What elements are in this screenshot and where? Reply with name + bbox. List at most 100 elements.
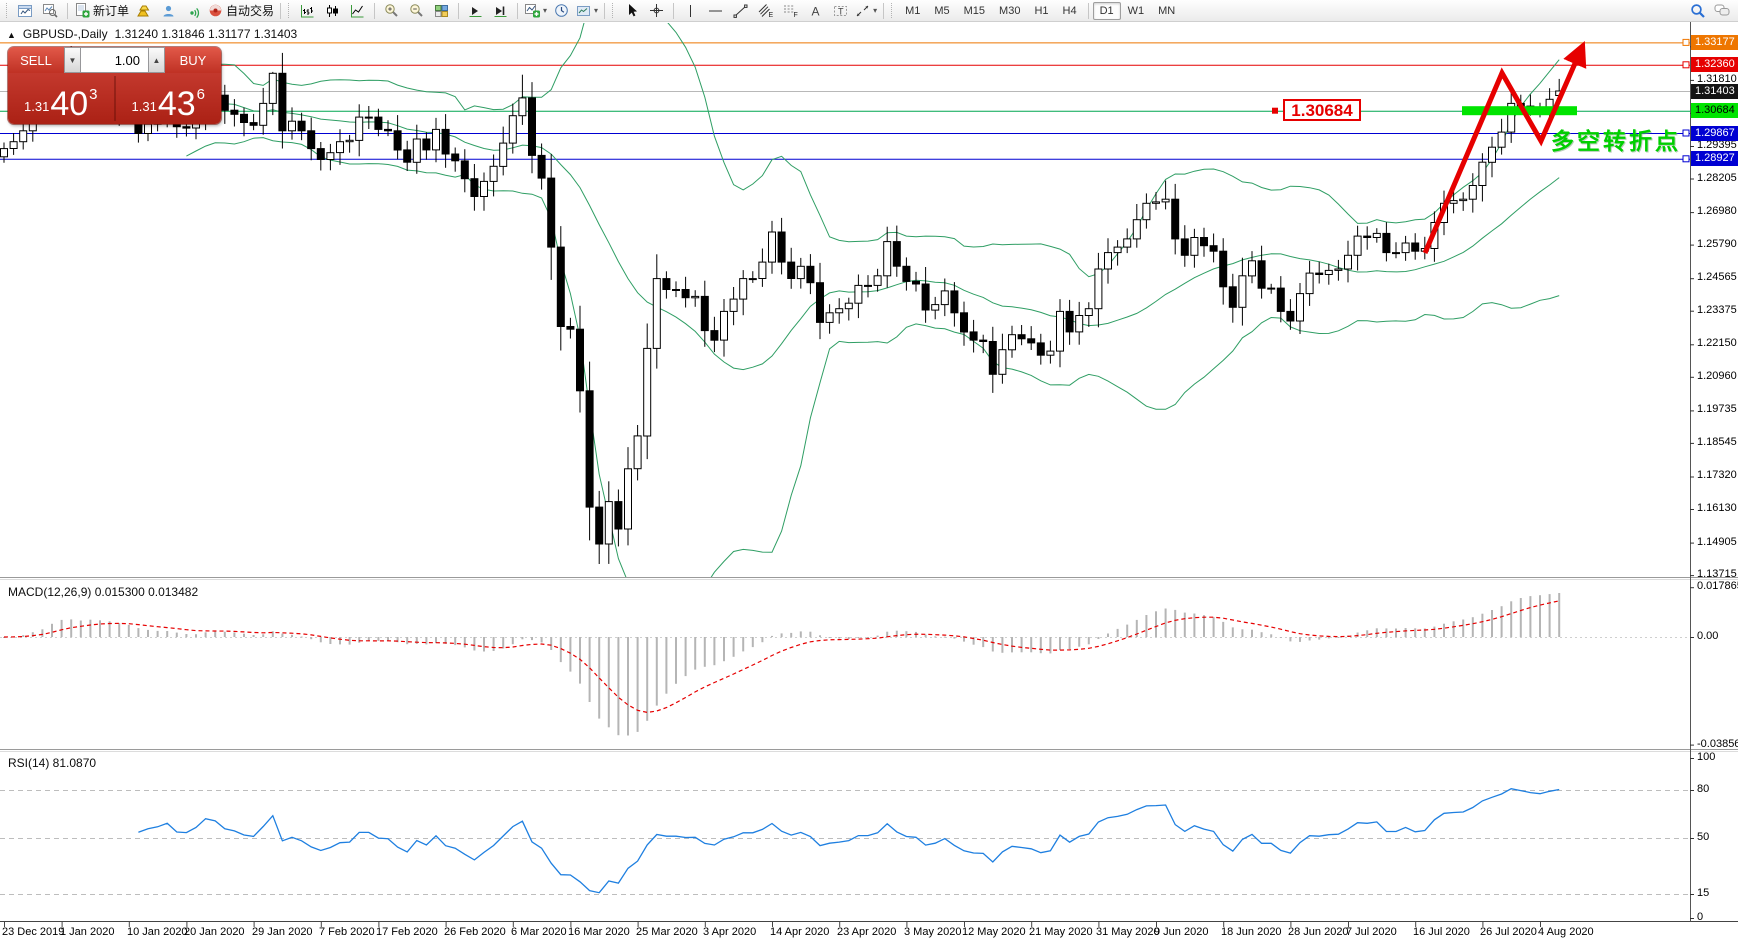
time-axis-label: 10 Jan 2020 [127, 926, 188, 938]
cursor-icon [625, 3, 639, 18]
strategy-tester-icon [43, 3, 58, 18]
arrow-shapes-button[interactable]: ▾ [853, 1, 879, 20]
toolbar-separator [1088, 3, 1089, 19]
turning-point-annotation[interactable]: 多空转折点 [1551, 122, 1681, 156]
toolbar-separator [458, 3, 459, 19]
trendline-button[interactable] [728, 1, 753, 20]
timeframe-m30[interactable]: M30 [992, 2, 1027, 20]
chart-window-button[interactable] [13, 1, 38, 20]
toolbar-grip[interactable] [288, 3, 292, 18]
svg-text:T: T [838, 6, 844, 16]
text-button[interactable]: A [803, 1, 828, 20]
vertical-line-button[interactable] [678, 1, 703, 20]
volume-increase-button[interactable]: ▲ [148, 47, 165, 73]
buy-button[interactable]: BUY [165, 47, 221, 73]
tile-windows-icon [434, 4, 449, 18]
time-axis-label: 14 Apr 2020 [770, 926, 829, 938]
ohlc-values: 1.31240 1.31846 1.31177 1.31403 [115, 27, 298, 41]
time-axis-label: 16 Mar 2020 [568, 926, 630, 938]
time-axis-label: 16 Jul 2020 [1413, 926, 1470, 938]
cursor-button[interactable] [619, 1, 644, 20]
rsi-axis-tick: 50 [1697, 831, 1709, 843]
equidistant-channel-button[interactable]: E [753, 1, 778, 20]
time-axis-label: 6 Mar 2020 [511, 926, 567, 938]
timeframe-h4[interactable]: H4 [1056, 2, 1084, 20]
signals-button[interactable] [156, 1, 181, 20]
zoom-out-button[interactable] [404, 1, 429, 20]
time-axis-label: 29 Jan 2020 [252, 926, 313, 938]
candlestick-chart-button[interactable] [320, 1, 345, 20]
period-button[interactable] [549, 1, 574, 20]
toolbar-grip[interactable] [6, 3, 10, 18]
toolbar-separator [604, 3, 605, 19]
sell-price-pip: 3 [89, 86, 97, 103]
horizontal-line-button[interactable] [703, 1, 728, 20]
price-axis-tag: 1.33177 [1691, 35, 1738, 50]
buy-price-pip: 6 [197, 86, 205, 103]
step-forward-button[interactable] [463, 1, 488, 20]
zoom-in-button[interactable] [379, 1, 404, 20]
search-button[interactable] [1685, 1, 1710, 20]
fibonacci-button[interactable]: F [778, 1, 803, 20]
toolbar-separator [67, 3, 68, 19]
timeframe-w1[interactable]: W1 [1121, 2, 1152, 20]
timeframe-m5[interactable]: M5 [927, 2, 956, 20]
toolbar-separator [280, 3, 281, 19]
time-axis-label: 1 Jan 2020 [60, 926, 114, 938]
collapse-arrow-icon[interactable]: ▲ [7, 30, 16, 40]
timeframe-mn[interactable]: MN [1151, 2, 1182, 20]
symbol-period-label: GBPUSD-,Daily [23, 27, 108, 41]
support-price-label[interactable]: 1.30684 [1283, 99, 1361, 121]
price-axis-tick: 1.19735 [1697, 403, 1737, 415]
timeframe-m1[interactable]: M1 [898, 2, 927, 20]
timeframe-d1[interactable]: D1 [1093, 2, 1121, 20]
sell-button[interactable]: SELL [8, 47, 64, 73]
timeframe-h1[interactable]: H1 [1027, 2, 1055, 20]
clock-icon [554, 3, 569, 18]
add-indicator-icon [524, 3, 540, 18]
price-axis-tick: 1.23375 [1697, 304, 1737, 316]
volume-decrease-button[interactable]: ▼ [64, 47, 81, 73]
chart-window-icon [18, 4, 33, 18]
line-chart-button[interactable] [345, 1, 370, 20]
text-label-button[interactable]: T [828, 1, 853, 20]
price-axis-tick: 1.28205 [1697, 172, 1737, 184]
svg-text:A: A [812, 4, 820, 18]
time-axis-label: 3 Apr 2020 [703, 926, 756, 938]
templates-button[interactable]: ▾ [574, 1, 600, 20]
macd-axis-tick: -0.038561 [1697, 738, 1738, 750]
new-order-button[interactable]: 新订单 [72, 1, 131, 20]
step-to-end-button[interactable] [488, 1, 513, 20]
market-button[interactable] [131, 1, 156, 20]
autotrade-button[interactable]: 自动交易 [206, 1, 276, 20]
buy-price[interactable]: 1.31 43 6 [116, 73, 222, 124]
timeframe-m15[interactable]: M15 [957, 2, 992, 20]
rsi-indicator-label: RSI(14) 81.0870 [8, 756, 96, 770]
toolbar-grip[interactable] [891, 3, 895, 18]
broadcast-button[interactable] [181, 1, 206, 20]
time-axis-label: 7 Jul 2020 [1346, 926, 1397, 938]
bar-chart-button[interactable] [295, 1, 320, 20]
zoom-in-icon [384, 3, 399, 18]
price-chart[interactable] [0, 0, 1738, 941]
gold-ingot-icon [136, 4, 151, 18]
toolbar-grip[interactable] [612, 3, 616, 18]
time-axis-label: 9 Jun 2020 [1154, 926, 1208, 938]
arrow-up-icon: ▲ [153, 56, 161, 65]
chevron-down-icon: ▾ [594, 6, 598, 15]
rsi-axis-tick: 100 [1697, 751, 1715, 763]
tile-windows-button[interactable] [429, 1, 454, 20]
strategy-tester-button[interactable] [38, 1, 63, 20]
chat-button[interactable] [1710, 1, 1735, 20]
add-indicator-button[interactable]: ▾ [522, 1, 549, 20]
macd-axis-tick: 0.017865 [1697, 580, 1738, 592]
time-axis-label: 4 Aug 2020 [1538, 926, 1594, 938]
crosshair-button[interactable] [644, 1, 669, 20]
arrow-shapes-icon [855, 4, 870, 18]
sell-price[interactable]: 1.31 40 3 [8, 73, 114, 124]
autotrade-icon [208, 3, 223, 18]
sell-price-small: 1.31 [24, 99, 49, 114]
volume-input[interactable] [81, 47, 148, 73]
price-axis-tag: 1.32360 [1691, 57, 1738, 72]
templates-icon [576, 4, 591, 18]
